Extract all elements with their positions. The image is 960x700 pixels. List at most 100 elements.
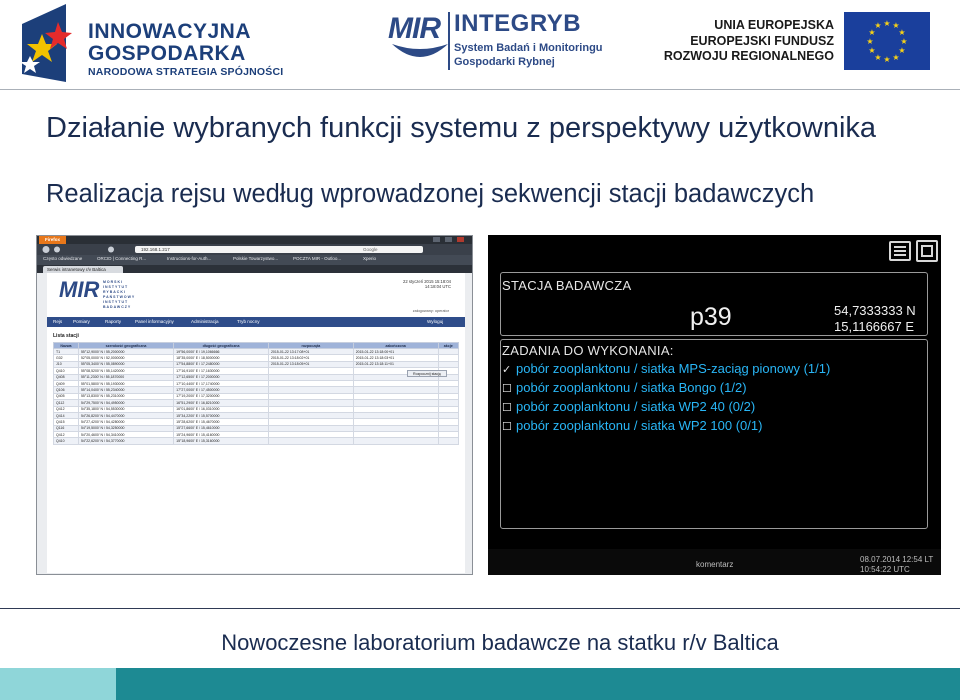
- task-text: pobór zooplanktonu / siatka Bongo (1/2): [516, 380, 747, 395]
- local-time: 08.07.2014 12:54 LT: [860, 555, 934, 564]
- table-cell: [352, 437, 439, 445]
- svg-text:★: ★: [883, 55, 890, 64]
- browser-screenshot: Firefox 192.168.1.217 Google Często odwi…: [36, 235, 473, 575]
- task-checkbox[interactable]: ☐: [502, 401, 516, 414]
- ig-star-mark-icon: [22, 4, 72, 82]
- task-item[interactable]: ☐ pobór zooplanktonu / siatka WP2 100 (0/…: [502, 418, 762, 433]
- ig-line2: GOSPODARKA: [88, 42, 246, 65]
- footer-bar-light: [0, 668, 116, 700]
- menu-item-tryb-nocny[interactable]: Tryb nocny: [237, 319, 260, 324]
- task-text: pobór zooplanktonu / siatka MPS-zaciąg p…: [516, 361, 831, 376]
- tasks-label: ZADANIA DO WYKONANIA:: [502, 343, 674, 358]
- bookmark-item[interactable]: POCZTA MIR - Outloo...: [293, 256, 341, 261]
- intranet-app: MIR MORSKI INSTYTUT RYBACKI PAŃSTWOWY IN…: [47, 273, 465, 573]
- firefox-menu-button[interactable]: Firefox: [39, 236, 67, 244]
- menu-item-pomiary[interactable]: Pomiary: [73, 319, 90, 324]
- task-text: pobór zooplanktonu / siatka WP2 40 (0/2): [516, 399, 756, 414]
- url-bar[interactable]: 192.168.1.217: [135, 246, 375, 253]
- eu-line2: EUROPEJSKI FUNDUSZ: [690, 34, 834, 48]
- integryb-sub2: Gospodarki Rybnej: [454, 56, 555, 68]
- footer-divider: [0, 608, 960, 609]
- utc-line: 14:18:04 UTC: [424, 284, 451, 289]
- stations-table: Nazwa szerokość geograficzna długość geo…: [53, 342, 459, 445]
- table-cell: [437, 437, 459, 445]
- slide: INNOWACYJNA GOSPODARKA NARODOWA STRATEGI…: [0, 0, 960, 700]
- terminal-screenshot: STACJA BADAWCZA p39 54,7333333 N 15,1166…: [488, 235, 941, 575]
- footer-text: Nowoczesne laboratorium badawcze na stat…: [221, 630, 779, 655]
- menu-item-rejs[interactable]: Rejs: [53, 319, 62, 324]
- table-cell: Q410: [53, 437, 79, 445]
- mir-text-line: BADAWCZY: [103, 305, 132, 309]
- footer-bar-dark: [116, 668, 960, 700]
- header: INNOWACYJNA GOSPODARKA NARODOWA STRATEGI…: [0, 0, 960, 90]
- ig-line1: INNOWACYJNA: [88, 20, 252, 43]
- eu-line1: UNIA EUROPEJSKA: [714, 18, 834, 32]
- station-label: STACJA BADAWCZA: [502, 278, 632, 293]
- svg-text:★: ★: [883, 19, 890, 28]
- task-item[interactable]: ☐ pobór zooplanktonu / siatka Bongo (1/2): [502, 380, 747, 395]
- latitude-value: 54,7333333 N: [834, 303, 916, 318]
- fish-icon: [392, 44, 448, 57]
- table-cell: 15°18,9600' E / 15,3160000: [173, 437, 269, 445]
- search-input[interactable]: Google: [359, 246, 423, 253]
- mir-integryb-logo: MIR INTEGRYB System Badań i Monitoringu …: [388, 10, 603, 72]
- eu-line3: ROZWOJU REGIONALNEGO: [663, 49, 834, 63]
- integryb-sub1: System Badań i Monitoringu: [454, 42, 603, 54]
- bookmark-item[interactable]: Xperio: [363, 256, 376, 261]
- task-text: pobór zooplanktonu / siatka WP2 100 (0/1…: [516, 418, 763, 433]
- menu-item-panel[interactable]: Panel informacyjny: [135, 319, 174, 324]
- svg-text:★: ★: [898, 28, 905, 37]
- station-code: p39: [690, 303, 732, 331]
- task-checkbox[interactable]: ☐: [502, 420, 516, 433]
- ig-line3: NARODOWA STRATEGIA SPÓJNOŚCI: [88, 66, 284, 78]
- bookmark-item[interactable]: ORCID | Connecting R...: [97, 256, 146, 261]
- section-title: Lista stacji: [53, 333, 79, 339]
- minimize-icon[interactable]: [433, 237, 440, 242]
- comment-button[interactable]: komentarz: [696, 560, 733, 569]
- table-cell: [267, 437, 354, 445]
- svg-text:★: ★: [866, 37, 873, 46]
- bookmark-item[interactable]: Instructions-for-Auth...: [167, 256, 211, 261]
- menu-item-administracja[interactable]: Administracja: [191, 319, 219, 324]
- logout-link[interactable]: Wyloguj: [427, 319, 443, 324]
- close-icon[interactable]: [457, 237, 464, 242]
- svg-text:★: ★: [874, 21, 881, 30]
- menu-item-raporty[interactable]: Raporty: [105, 319, 121, 324]
- app-mir-logo: MIR: [59, 277, 100, 302]
- eu-flag-icon: ★ ★ ★ ★ ★ ★ ★ ★ ★ ★ ★ ★: [844, 12, 930, 70]
- bookmark-item[interactable]: Polskie Towarzystwo...: [233, 256, 278, 261]
- integryb-name: INTEGRYB: [454, 10, 582, 37]
- app-mir-logo-text: MORSKI INSTYTUT RYBACKI PAŃSTWOWY INSTYT…: [103, 280, 135, 310]
- start-station-button[interactable]: Rozpocznij stację: [407, 370, 447, 377]
- window-toggle-icon[interactable]: [916, 240, 938, 262]
- app-menu: Rejs Pomiary Raporty Panel informacyjny …: [47, 317, 465, 327]
- table-cell: 54°22,6200' N / 54,3770000: [77, 437, 175, 445]
- svg-text:★: ★: [868, 46, 875, 55]
- header-divider: [0, 89, 960, 90]
- svg-text:★: ★: [892, 53, 899, 62]
- logged-user: zalogowany: operator: [412, 309, 449, 313]
- app-header: MIR MORSKI INSTYTUT RYBACKI PAŃSTWOWY IN…: [47, 273, 465, 315]
- table-row[interactable]: Q410 54°22,6200' N / 54,3770000 15°18,9600…: [53, 437, 459, 445]
- logo-divider: [448, 12, 450, 70]
- bookmark-item[interactable]: Często odwiedzane: [43, 256, 82, 261]
- bookmarks-bar: Często odwiedzane ORCID | Connecting R..…: [37, 255, 472, 265]
- browser-tabs: Serwis intranetowy r/v Baltica: [37, 265, 472, 273]
- browser-titlebar: Firefox: [37, 236, 472, 244]
- nav-buttons-icon[interactable]: [41, 245, 121, 254]
- innowacyjna-gospodarka-logo: INNOWACYJNA GOSPODARKA NARODOWA STRATEGI…: [22, 4, 283, 84]
- list-view-icon[interactable]: [889, 241, 911, 261]
- eu-fund-logo: UNIA EUROPEJSKA EUROPEJSKI FUNDUSZ ROZWO…: [664, 12, 940, 74]
- svg-text:★: ★: [900, 37, 907, 46]
- app-datetime: 22 styczeń 2015 15:18:04 14:18:04 UTC: [403, 279, 451, 289]
- task-item[interactable]: ✓ pobór zooplanktonu / siatka MPS-zaciąg …: [502, 361, 830, 376]
- task-checkbox[interactable]: ✓: [502, 363, 516, 376]
- slide-subtitle: Realizacja rejsu według wprowadzonej sek…: [46, 180, 815, 208]
- maximize-icon[interactable]: [445, 237, 452, 242]
- slide-title: Działanie wybranych funkcji systemu z pe…: [46, 112, 877, 144]
- browser-tab-active[interactable]: Serwis intranetowy r/v Baltica: [43, 266, 123, 273]
- task-item[interactable]: ☐ pobór zooplanktonu / siatka WP2 40 (0/2…: [502, 399, 755, 414]
- task-checkbox[interactable]: ☐: [502, 382, 516, 395]
- utc-time: 10:54:22 UTC: [860, 565, 910, 574]
- longitude-value: 15,1166667 E: [834, 319, 914, 334]
